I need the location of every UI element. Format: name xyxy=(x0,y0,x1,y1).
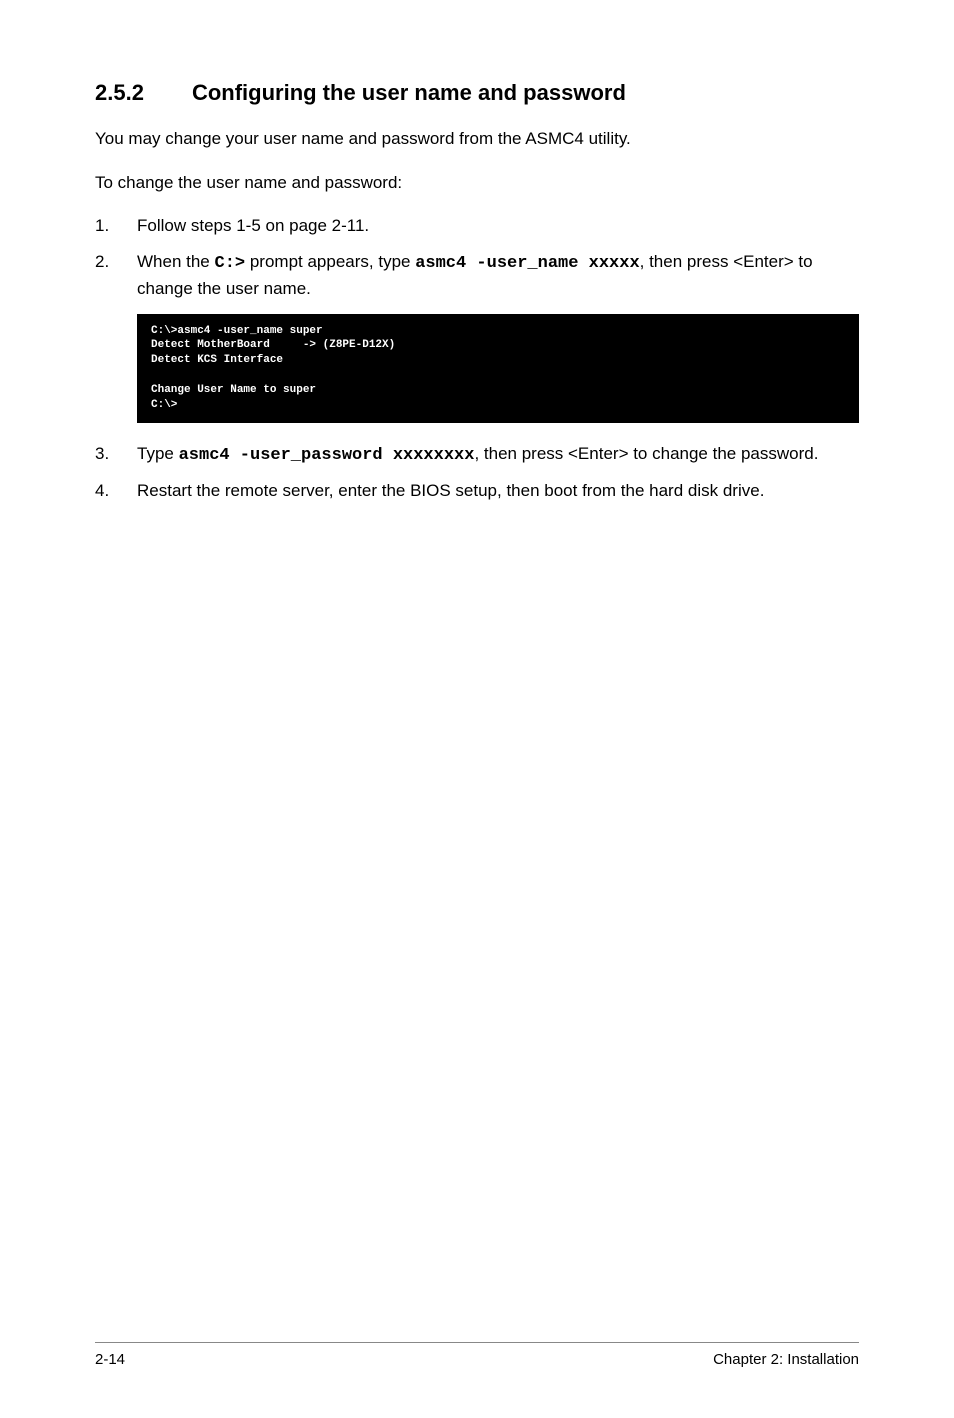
step-text: Restart the remote server, enter the BIO… xyxy=(137,478,859,504)
step-4: 4. Restart the remote server, enter the … xyxy=(95,478,859,504)
inline-code: asmc4 -user_password xxxxxxxx xyxy=(179,446,475,465)
ordered-steps: 1. Follow steps 1-5 on page 2-11. 2. Whe… xyxy=(95,213,859,302)
step-number: 3. xyxy=(95,441,137,469)
step-2: 2. When the C:> prompt appears, type asm… xyxy=(95,249,859,302)
step-1: 1. Follow steps 1-5 on page 2-11. xyxy=(95,213,859,239)
intro-paragraph-2: To change the user name and password: xyxy=(95,170,859,196)
text-fragment: Type xyxy=(137,444,179,463)
step-text: When the C:> prompt appears, type asmc4 … xyxy=(137,249,859,302)
text-fragment: prompt appears, type xyxy=(245,252,415,271)
step-number: 4. xyxy=(95,478,137,504)
text-fragment: , then press <Enter> to change the passw… xyxy=(474,444,818,463)
inline-code: asmc4 -user_name xxxxx xyxy=(415,254,639,273)
step-3: 3. Type asmc4 -user_password xxxxxxxx, t… xyxy=(95,441,859,469)
terminal-output: C:\>asmc4 -user_name super Detect Mother… xyxy=(137,314,859,423)
page-number: 2-14 xyxy=(95,1351,125,1368)
chapter-label: Chapter 2: Installation xyxy=(713,1351,859,1368)
section-title: Configuring the user name and password xyxy=(192,80,626,105)
text-fragment: When the xyxy=(137,252,215,271)
inline-code: C:> xyxy=(215,254,246,273)
intro-paragraph-1: You may change your user name and passwo… xyxy=(95,126,859,152)
ordered-steps-continued: 3. Type asmc4 -user_password xxxxxxxx, t… xyxy=(95,441,859,504)
step-number: 1. xyxy=(95,213,137,239)
page-footer: 2-14 Chapter 2: Installation xyxy=(95,1342,859,1368)
step-text: Type asmc4 -user_password xxxxxxxx, then… xyxy=(137,441,859,469)
step-text: Follow steps 1-5 on page 2-11. xyxy=(137,213,859,239)
step-number: 2. xyxy=(95,249,137,302)
section-heading: 2.5.2 Configuring the user name and passw… xyxy=(95,80,859,106)
section-number: 2.5.2 xyxy=(95,80,144,106)
